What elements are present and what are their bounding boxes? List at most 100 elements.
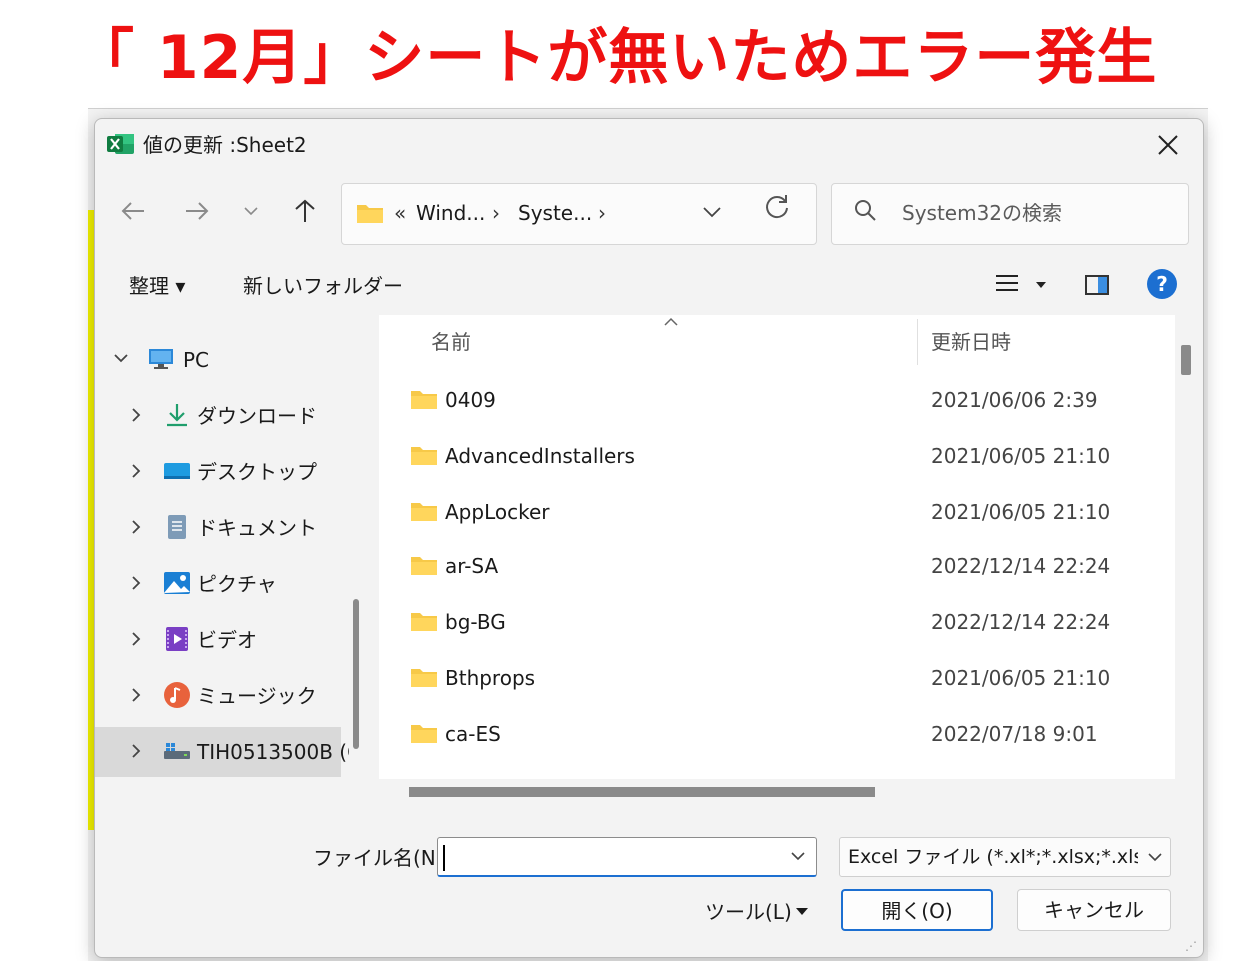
arrow-left-icon [121,202,144,220]
vertical-scrollbar-thumb[interactable] [1181,345,1191,375]
caret-down-icon [796,908,808,915]
crumb-windows[interactable]: Wind... [416,200,485,226]
horizontal-scrollbar-thumb[interactable] [409,787,875,797]
chevron-right-icon [132,688,141,702]
list-item[interactable]: ca-ES 2022/07/18 9:01 [379,711,1175,761]
chevron-right-icon [132,408,141,422]
close-button[interactable] [1145,125,1191,165]
excel-icon [107,134,134,154]
open-button[interactable]: 開く(O) [841,889,993,931]
list-item[interactable]: AdvancedInstallers 2021/06/05 21:10 [379,433,1175,483]
nav-item-drive-c[interactable]: TIH0513500B (C [95,727,361,777]
column-divider[interactable] [917,319,918,365]
file-modified: 2022/07/18 9:01 [931,722,1098,746]
navigation-row: « Wind... › Syste... › System32の検索 [95,179,1203,247]
list-item[interactable]: bg-BG 2022/12/14 22:24 [379,599,1175,649]
file-list-vertical-scrollbar[interactable] [1175,315,1197,805]
refresh-icon [766,195,788,219]
command-bar: 整理 ▾ 新しいフォルダー ? [95,259,1203,313]
recent-locations-button[interactable] [231,189,271,233]
chevron-down-icon [791,852,805,861]
tools-menu[interactable]: ツール(L) [705,899,792,925]
search-placeholder[interactable]: System32の検索 [902,200,1062,226]
nav-item-pc[interactable]: PC [95,335,341,385]
nav-item-videos[interactable]: ビデオ [95,615,341,665]
search-icon [855,200,876,221]
file-type-filter[interactable]: Excel ファイル (*.xl*;*.xlsx;*.xlsm;*. [839,837,1171,877]
navigation-pane: PC ダウンロード デスクトップ ドキュメント ピクチャ ビデオ ミュージック … [95,315,361,805]
nav-label-videos: ビデオ [197,628,257,652]
overflow-chevron[interactable]: « [394,200,406,226]
nav-scrollbar[interactable] [349,315,363,805]
nav-label-downloads: ダウンロード [197,404,317,428]
file-name: AppLocker [445,500,550,524]
folder-icon [411,391,437,409]
up-button[interactable] [285,189,325,233]
crumb-separator[interactable]: › [598,200,606,226]
search-box[interactable]: System32の検索 [831,183,1189,245]
back-button[interactable] [113,189,153,233]
file-list-horizontal-scrollbar[interactable] [379,779,1175,805]
nav-label-drive-c: TIH0513500B (C [197,740,362,764]
file-name: bg-BG [445,610,506,634]
picture-icon [164,572,190,594]
arrow-up-icon [295,199,315,222]
file-modified: 2022/12/14 22:24 [931,610,1111,634]
folder-icon [411,669,437,687]
address-bar[interactable]: « Wind... › Syste... › [341,183,817,245]
column-header-modified[interactable]: 更新日時 [931,329,1011,355]
text-caret [443,845,445,871]
view-options-button[interactable] [995,271,1019,299]
organize-menu[interactable]: 整理 ▾ [129,273,185,299]
chevron-down-icon [1148,853,1162,862]
close-icon [1158,135,1178,155]
nav-item-downloads[interactable]: ダウンロード [95,391,341,441]
file-name: ca-ES [445,722,501,746]
list-item[interactable]: ar-SA 2022/12/14 22:24 [379,543,1175,593]
refresh-button[interactable] [763,193,791,228]
file-type-filter-value: Excel ファイル (*.xl*;*.xlsx;*.xlsm;*. [848,846,1138,868]
resize-grip-icon[interactable]: ⋰ [1185,939,1199,953]
nav-label-desktop: デスクトップ [197,460,317,484]
list-item[interactable]: AppLocker 2021/06/05 21:10 [379,489,1175,539]
new-folder-button[interactable]: 新しいフォルダー [243,273,403,299]
folder-icon [357,205,383,223]
crumb-separator[interactable]: › [492,200,500,226]
filename-history-dropdown[interactable] [791,845,805,866]
forward-button[interactable] [177,189,217,233]
download-icon [167,404,187,427]
chevron-down-icon [703,207,721,218]
drive-icon [164,743,190,759]
folder-icon [411,557,437,575]
folder-icon [411,447,437,465]
list-item[interactable]: 0409 2021/06/06 2:39 [379,377,1175,427]
nav-label-documents: ドキュメント [197,516,317,540]
view-dropdown[interactable] [1035,277,1047,293]
video-icon [166,627,188,651]
nav-item-documents[interactable]: ドキュメント [95,503,341,553]
folder-icon [411,503,437,521]
nav-item-music[interactable]: ミュージック [95,671,341,721]
dialog-title: 値の更新 :Sheet2 [143,133,307,157]
crumb-system32[interactable]: Syste... [518,200,592,226]
cancel-button[interactable]: キャンセル [1017,889,1171,931]
file-dialog: 値の更新 :Sheet2 « Wind... › Syste... › Syst… [94,118,1204,958]
list-item[interactable]: Bthprops 2021/06/05 21:10 [379,655,1175,705]
help-button[interactable]: ? [1147,269,1177,299]
file-list: 名前 更新日時 0409 2021/06/06 2:39 AdvancedIns… [379,315,1175,805]
filename-input[interactable] [437,837,817,877]
nav-label-music: ミュージック [197,684,317,708]
nav-item-pictures[interactable]: ピクチャ [95,559,341,609]
music-icon [164,682,190,708]
preview-pane-button[interactable] [1085,275,1109,295]
file-type-dropdown[interactable] [1148,846,1162,867]
nav-item-desktop[interactable]: デスクトップ [95,447,341,497]
folder-icon [411,613,437,631]
address-dropdown[interactable] [702,196,722,224]
desktop-icon [164,463,190,479]
sort-ascending-icon [664,317,678,326]
nav-scrollbar-thumb[interactable] [353,599,359,749]
column-header-name[interactable]: 名前 [431,329,471,355]
tools-dropdown[interactable] [795,901,809,920]
file-modified: 2021/06/05 21:10 [931,666,1111,690]
